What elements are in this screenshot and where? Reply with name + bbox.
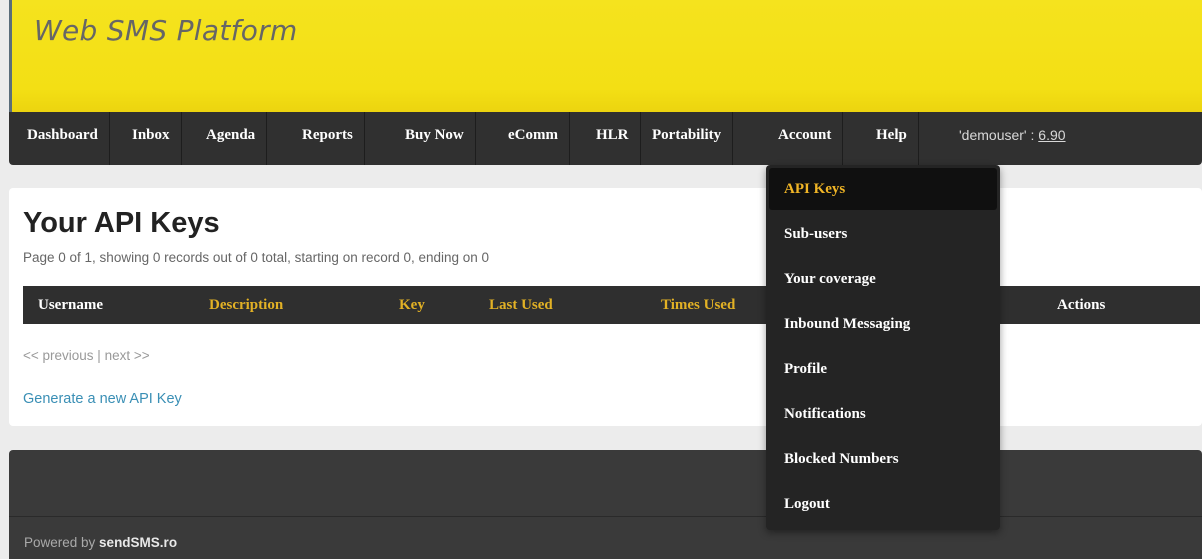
menu-item-profile[interactable]: Profile bbox=[769, 348, 997, 390]
footer-divider bbox=[9, 516, 1202, 517]
column-times-used[interactable]: Times Used bbox=[661, 286, 735, 324]
powered-prefix: Powered by bbox=[24, 535, 100, 550]
nav-item-buy-now[interactable]: Buy Now bbox=[394, 112, 476, 165]
column-last-used[interactable]: Last Used bbox=[489, 286, 553, 324]
nav-item-agenda[interactable]: Agenda bbox=[195, 112, 268, 165]
main-nav: Dashboard Inbox Agenda Reports Buy Now e… bbox=[9, 112, 1202, 165]
menu-item-sub-users[interactable]: Sub-users bbox=[769, 213, 997, 255]
column-username[interactable]: Username bbox=[38, 286, 103, 324]
page-info: Page 0 of 1, showing 0 records out of 0 … bbox=[23, 250, 490, 265]
page-title: Your API Keys bbox=[23, 207, 220, 239]
account-dropdown-menu: API Keys Sub-users Your coverage Inbound… bbox=[766, 165, 1000, 530]
column-actions: Actions bbox=[1057, 297, 1106, 313]
username-label: 'demouser' : bbox=[959, 127, 1039, 143]
api-keys-panel: Your API Keys Page 0 of 1, showing 0 rec… bbox=[9, 188, 1202, 426]
balance-link[interactable]: 6.90 bbox=[1038, 127, 1065, 143]
powered-brand: sendSMS.ro bbox=[99, 535, 178, 550]
app-title: Web SMS Platform bbox=[34, 14, 298, 47]
pagination: << previous | next >> bbox=[23, 348, 150, 363]
nav-item-dashboard[interactable]: Dashboard bbox=[9, 112, 110, 165]
pager-separator: | bbox=[93, 348, 105, 363]
menu-item-logout[interactable]: Logout bbox=[769, 483, 997, 525]
column-key[interactable]: Key bbox=[399, 286, 425, 324]
nav-item-inbox[interactable]: Inbox bbox=[121, 112, 182, 165]
app-header: Web SMS Platform bbox=[9, 0, 1202, 112]
nav-item-portability[interactable]: Portability bbox=[641, 112, 734, 165]
nav-item-account[interactable]: Account bbox=[767, 112, 844, 165]
powered-by: Powered by sendSMS.ro bbox=[24, 535, 177, 550]
menu-item-blocked-numbers[interactable]: Blocked Numbers bbox=[769, 438, 997, 480]
nav-item-reports[interactable]: Reports bbox=[291, 112, 365, 165]
nav-item-ecomm[interactable]: eComm bbox=[497, 112, 570, 165]
column-description[interactable]: Description bbox=[209, 286, 283, 324]
user-balance: 'demouser' : 6.90 bbox=[959, 112, 1066, 159]
menu-item-inbound-messaging[interactable]: Inbound Messaging bbox=[769, 303, 997, 345]
nav-item-help[interactable]: Help bbox=[865, 112, 919, 165]
nav-item-hlr[interactable]: HLR bbox=[585, 112, 641, 165]
generate-api-key-link[interactable]: Generate a new API Key bbox=[23, 391, 182, 407]
footer: Powered by sendSMS.ro bbox=[9, 450, 1202, 559]
table-header: Username Description Key Last Used Times… bbox=[23, 286, 1200, 324]
next-link[interactable]: next >> bbox=[105, 348, 150, 363]
menu-item-notifications[interactable]: Notifications bbox=[769, 393, 997, 435]
menu-item-api-keys[interactable]: API Keys bbox=[769, 168, 997, 210]
menu-item-your-coverage[interactable]: Your coverage bbox=[769, 258, 997, 300]
previous-link[interactable]: << previous bbox=[23, 348, 94, 363]
